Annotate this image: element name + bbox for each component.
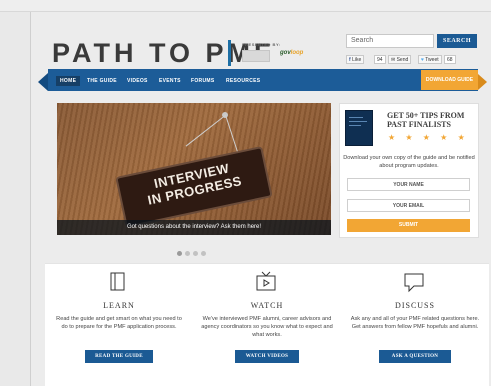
top-strip <box>0 0 491 12</box>
facebook-like-button[interactable]: f Like <box>346 55 365 64</box>
search-input[interactable]: Search <box>346 34 434 48</box>
watch-videos-button[interactable]: WATCH VIDEOS <box>235 350 299 363</box>
facebook-icon: f <box>349 57 351 63</box>
feature-text: We've interviewed PMF alumni, career adv… <box>201 316 333 338</box>
nav-ribbon-tail-right <box>478 74 487 90</box>
hero-caption[interactable]: Got questions about the interview? Ask t… <box>57 220 331 235</box>
presented-by-label: PRESENTED BY: <box>242 42 281 47</box>
promo-title: GET 50+ TIPS FROM PAST FINALISTS <box>387 111 465 129</box>
nav-forums[interactable]: FORUMS <box>187 76 218 86</box>
send-label: Send <box>396 57 409 63</box>
book-cover-line <box>349 121 367 122</box>
name-input[interactable]: YOUR NAME <box>347 178 470 191</box>
nav-events[interactable]: EVENTS <box>155 76 185 86</box>
feature-watch: WATCH We've interviewed PMF alumni, care… <box>193 263 341 383</box>
search-button[interactable]: SEARCH <box>437 34 477 48</box>
tv-play-icon <box>256 271 276 291</box>
twitter-bird-icon: ♥ <box>421 57 424 63</box>
email-input[interactable]: YOUR EMAIL <box>347 199 470 212</box>
feature-text: Read the guide and get smart on what you… <box>56 316 182 330</box>
slider-dot-1[interactable] <box>177 251 182 256</box>
submit-button[interactable]: SUBMIT <box>347 219 470 232</box>
hero-slide[interactable]: INTERVIEW IN PROGRESS <box>57 103 331 235</box>
speech-bubble-icon <box>404 273 424 293</box>
book-cover-line <box>349 125 361 126</box>
sponsor-logo-accent: loop <box>290 50 304 56</box>
sponsor-logo-text: gov <box>280 50 291 56</box>
tweet-button[interactable]: ♥ Tweet <box>418 55 442 64</box>
send-button[interactable]: ✉ Send <box>388 55 412 64</box>
like-label: Like <box>352 57 362 63</box>
ask-a-question-button[interactable]: ASK A QUESTION <box>379 350 451 363</box>
tweet-label: Tweet <box>425 57 439 63</box>
feature-title: LEARN <box>103 301 135 310</box>
logo-divider <box>228 40 231 66</box>
nav-ribbon-tail-left <box>38 73 48 91</box>
book-cover-line <box>349 117 363 118</box>
nav-videos[interactable]: VIDEOS <box>123 76 152 86</box>
like-count: 94 <box>374 55 386 64</box>
rating-stars: ★ ★ ★ ★ ★ <box>388 133 469 142</box>
promo-text: Download your own copy of the guide and … <box>343 155 475 169</box>
nav-home[interactable]: HOME <box>56 76 81 86</box>
slider-dot-4[interactable] <box>201 251 206 256</box>
read-the-guide-button[interactable]: READ THE GUIDE <box>85 350 153 363</box>
sponsor-logo-1[interactable] <box>242 50 270 62</box>
tweet-count: 68 <box>444 55 456 64</box>
feature-text: Ask any and all of your PMF related ques… <box>350 316 480 330</box>
slider-dot-2[interactable] <box>185 251 190 256</box>
sponsor-logo-govloop[interactable]: govloop <box>280 50 303 56</box>
slider-dot-3[interactable] <box>193 251 198 256</box>
envelope-icon: ✉ <box>391 57 396 63</box>
download-guide-button[interactable]: DOWNLOAD GUIDE <box>421 70 478 90</box>
feature-learn: LEARN Read the guide and get smart on wh… <box>45 263 193 383</box>
feature-discuss: DISCUSS Ask any and all of your PMF rela… <box>341 263 489 383</box>
nav-resources[interactable]: RESOURCES <box>222 76 264 86</box>
feature-title: DISCUSS <box>395 301 435 310</box>
guide-book-icon <box>345 110 373 146</box>
feature-title: WATCH <box>250 301 284 310</box>
book-icon <box>110 272 125 291</box>
slider-dots <box>177 243 209 256</box>
nav-the-guide[interactable]: THE GUIDE <box>83 76 121 86</box>
